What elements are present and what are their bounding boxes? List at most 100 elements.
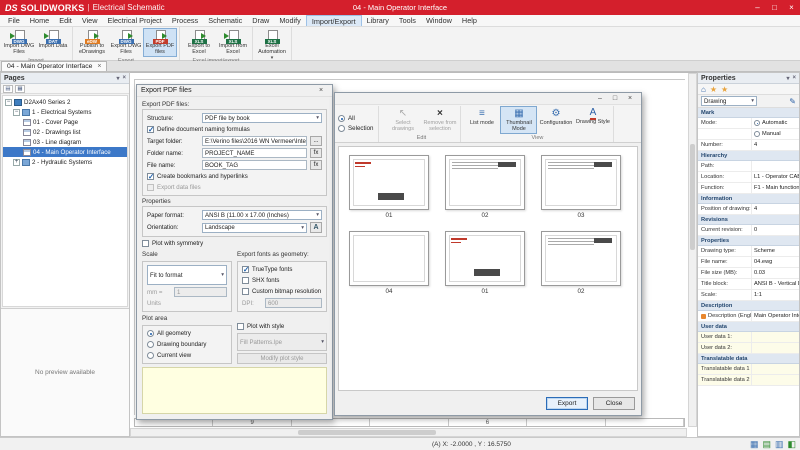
- import-data-button[interactable]: DATImport Data: [36, 28, 70, 57]
- menu-file[interactable]: File: [3, 15, 25, 26]
- menu-electrical-project[interactable]: Electrical Project: [103, 15, 167, 26]
- drawing-thumbnail-02[interactable]: 02: [541, 231, 621, 295]
- modify-plot-style-button[interactable]: Modify plot style: [237, 353, 327, 364]
- close-icon[interactable]: ×: [783, 0, 800, 15]
- list-mode-button[interactable]: ≡List mode: [463, 106, 500, 134]
- tree-item-1-electrical-systems[interactable]: −1 - Electrical Systems: [3, 107, 127, 117]
- export-pdf-files-button[interactable]: PDFExport PDF files: [143, 28, 177, 57]
- document-tab[interactable]: 04 - Main Operator Interface ×: [1, 61, 107, 71]
- all-geometry-radio[interactable]: [147, 330, 154, 337]
- plot-symmetry-checkbox[interactable]: [142, 240, 149, 247]
- close-icon[interactable]: ×: [314, 86, 328, 96]
- folder-formula-button[interactable]: fx: [310, 148, 322, 158]
- drawing-thumbnail-01[interactable]: 01: [349, 155, 429, 219]
- tree-item-2-hydraulic-systems[interactable]: +2 - Hydraulic Systems: [3, 157, 127, 167]
- export-dwg-files-button[interactable]: DWGExport DWG Files: [109, 28, 143, 57]
- orientation-select[interactable]: Landscape: [202, 223, 307, 233]
- prop-value[interactable]: Main Operator Interface: [752, 313, 799, 319]
- options-icon[interactable]: ▾: [116, 75, 119, 82]
- horizontal-scrollbar[interactable]: [130, 428, 687, 437]
- truetype-checkbox[interactable]: [242, 266, 249, 273]
- target-folder-field[interactable]: E:\Verino files\2016 WN Vermeer\Internet…: [202, 136, 307, 146]
- favorite-star-icon[interactable]: ★: [710, 85, 717, 94]
- drawing-thumbnail-04[interactable]: 04: [349, 231, 429, 295]
- prop-value[interactable]: 4: [752, 142, 799, 148]
- tree-item-03-line-diagram[interactable]: 03 - Line diagram: [3, 137, 127, 147]
- prop-value[interactable]: 0.03: [752, 270, 799, 276]
- vertical-scrollbar-thumb[interactable]: [690, 144, 695, 250]
- filter-icon[interactable]: ▦: [15, 85, 25, 93]
- menu-import-export[interactable]: Import/Export: [306, 15, 362, 26]
- menu-tools[interactable]: Tools: [394, 15, 421, 26]
- snap-icon[interactable]: ▤: [762, 439, 771, 450]
- drawing-thumbnail-01[interactable]: 01: [445, 231, 525, 295]
- menu-schematic[interactable]: Schematic: [203, 15, 247, 26]
- scale-mm-field[interactable]: 1: [174, 287, 227, 297]
- property-target-select[interactable]: Drawing: [701, 96, 757, 106]
- minimize-icon[interactable]: –: [749, 0, 766, 15]
- scale-select[interactable]: Fit to format: [147, 265, 227, 285]
- drawing-boundary-radio[interactable]: [147, 341, 154, 348]
- expander-icon[interactable]: −: [5, 99, 12, 106]
- drawing-style-button[interactable]: ADrawing Style: [574, 106, 611, 134]
- selection-filter-icon[interactable]: ◧: [787, 439, 796, 450]
- export-dialog-titlebar[interactable]: Export PDF files ×: [137, 85, 332, 97]
- menu-draw[interactable]: Draw: [247, 15, 274, 26]
- menu-view[interactable]: View: [77, 15, 103, 26]
- shx-checkbox[interactable]: [242, 277, 249, 284]
- drawing-thumbnail-02[interactable]: 02: [445, 155, 525, 219]
- manual-radio[interactable]: [754, 131, 760, 137]
- prop-value[interactable]: ANSI B - Vertical Drawing: [752, 281, 799, 287]
- tree-item-04-main-operator-interface[interactable]: 04 - Main Operator Interface: [3, 147, 127, 157]
- file-name-field[interactable]: BOOK_TAG: [202, 160, 307, 170]
- dpi-field[interactable]: 600: [265, 298, 322, 308]
- prop-value[interactable]: F1 - Main function: [752, 185, 799, 191]
- paper-format-select[interactable]: ANSI B (11.00 x 17.00 (Inches): [202, 210, 322, 220]
- structure-select[interactable]: PDF file by book: [202, 113, 322, 123]
- remove-from-selection-button[interactable]: ×Remove from selection: [421, 106, 458, 134]
- publish-to-edrawings-button[interactable]: eDWPublish to eDrawings: [75, 28, 109, 57]
- menu-modify[interactable]: Modify: [274, 15, 306, 26]
- options-icon[interactable]: ▾: [786, 75, 789, 82]
- close-icon[interactable]: ×: [122, 75, 126, 82]
- import-from-excel-button[interactable]: XLSImport from Excel: [216, 28, 250, 57]
- grid-icon[interactable]: ▦: [750, 439, 759, 450]
- expander-icon[interactable]: +: [13, 159, 20, 166]
- selection-radio[interactable]: [338, 125, 345, 132]
- home-icon[interactable]: ⌂: [701, 85, 706, 94]
- prop-value[interactable]: L1 - Operator CAB: [752, 174, 799, 180]
- prop-value[interactable]: Scheme: [752, 248, 799, 254]
- menu-process[interactable]: Process: [167, 15, 203, 26]
- browse-button[interactable]: ...: [310, 136, 322, 146]
- maximize-icon[interactable]: □: [608, 94, 622, 104]
- current-view-radio[interactable]: [147, 352, 154, 359]
- menu-library[interactable]: Library: [362, 15, 394, 26]
- menu-edit[interactable]: Edit: [54, 15, 77, 26]
- folder-name-field[interactable]: PROJECT_NAME: [202, 148, 307, 158]
- tree-item-d2ax40-series-2[interactable]: −D2Ax40 Series 2: [3, 97, 127, 107]
- prop-value[interactable]: 0: [752, 227, 799, 233]
- minimize-icon[interactable]: –: [593, 94, 607, 104]
- export-to-excel-button[interactable]: XLSExport to Excel: [182, 28, 216, 57]
- drawing-thumbnail-03[interactable]: 03: [541, 155, 621, 219]
- favorite-star-2-icon[interactable]: ★: [721, 85, 728, 94]
- tree-item-01-cover-page[interactable]: 01 - Cover Page: [3, 117, 127, 127]
- collapse-all-icon[interactable]: ▤: [3, 85, 13, 93]
- bitmap-resolution-checkbox[interactable]: [242, 288, 249, 295]
- close-icon[interactable]: ×: [623, 94, 637, 104]
- menu-home[interactable]: Home: [25, 15, 54, 26]
- menu-window[interactable]: Window: [421, 15, 457, 26]
- export-data-files-checkbox[interactable]: [147, 184, 154, 191]
- bookmarks-checkbox[interactable]: [147, 173, 154, 180]
- close-button[interactable]: Close: [593, 397, 635, 410]
- thumbnail-mode-button[interactable]: ▦Thumbnail Mode: [500, 106, 537, 134]
- prop-value[interactable]: 4: [752, 206, 799, 212]
- define-naming-checkbox[interactable]: [147, 126, 154, 133]
- menu-help[interactable]: Help: [457, 15, 482, 26]
- close-tab-icon[interactable]: ×: [97, 63, 101, 70]
- all-radio[interactable]: [338, 115, 345, 122]
- plot-style-file-select[interactable]: Fill Patterns.lpe: [237, 333, 327, 351]
- tree-item-02-drawings-list[interactable]: 02 - Drawings list: [3, 127, 127, 137]
- export-button[interactable]: Export: [546, 397, 588, 410]
- selector-dialog-titlebar[interactable]: –□×: [335, 93, 641, 105]
